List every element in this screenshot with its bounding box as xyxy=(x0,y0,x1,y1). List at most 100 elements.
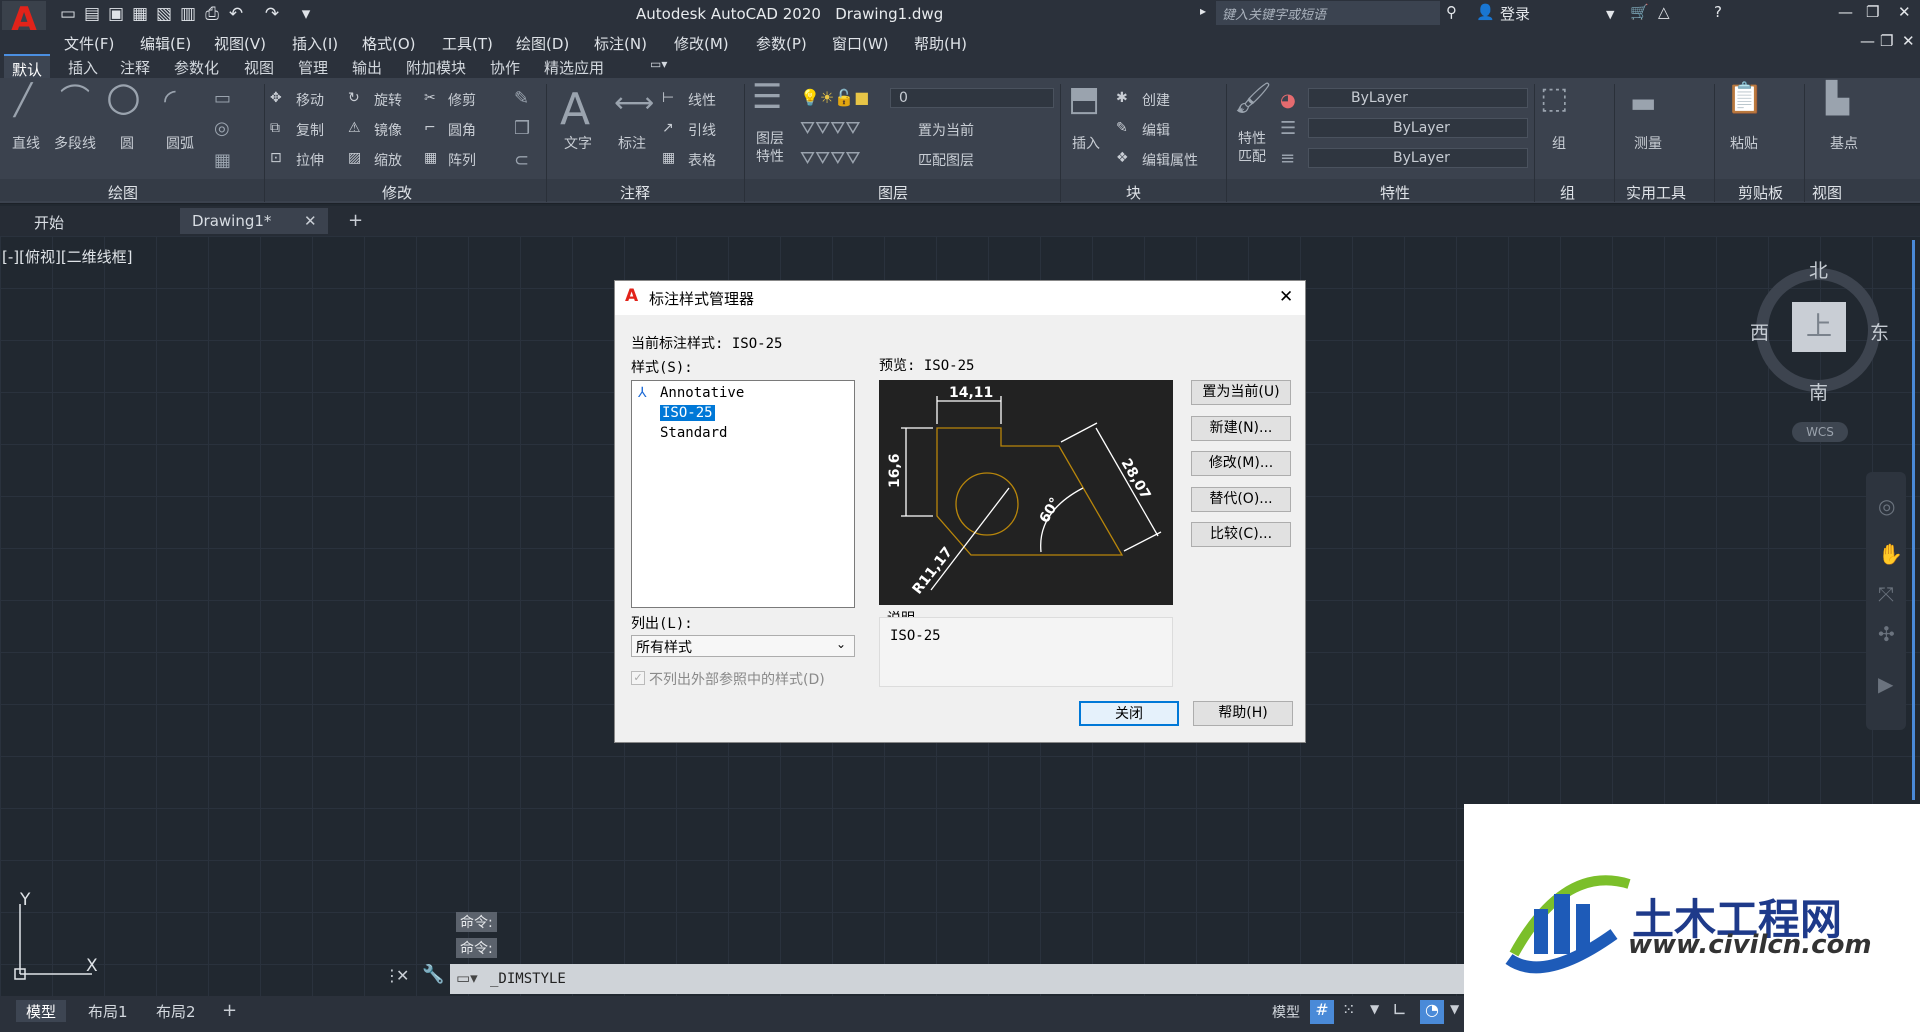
style-item-standard[interactable]: Standard xyxy=(660,425,727,441)
grid-toggle-icon[interactable]: # xyxy=(1310,1000,1334,1024)
text-button[interactable]: 文字 xyxy=(564,133,592,153)
polar-dropdown-icon[interactable]: ▼ xyxy=(1450,1002,1459,1016)
linear-button[interactable]: 线性 xyxy=(688,90,716,110)
block-panel-title[interactable]: 块 xyxy=(1126,182,1141,203)
pan-icon[interactable]: ✋ xyxy=(1878,542,1903,566)
array-button[interactable]: 阵列 xyxy=(448,150,476,170)
layers-panel-title[interactable]: 图层 xyxy=(878,182,908,203)
draw-panel-title[interactable]: 绘图 xyxy=(108,182,138,203)
groups-panel-title[interactable]: 组 xyxy=(1560,182,1575,203)
customize-qat-icon[interactable]: ▾ xyxy=(296,4,316,24)
doc-close-icon[interactable]: ✕ xyxy=(1902,32,1915,50)
close-tab-icon[interactable]: ✕ xyxy=(304,212,317,230)
match-properties-button[interactable]: 特性 匹配 xyxy=(1238,130,1266,166)
scale-button[interactable]: 缩放 xyxy=(374,150,402,170)
cart-icon[interactable]: 🛒 xyxy=(1630,3,1649,21)
menu-window[interactable]: 窗口(W) xyxy=(832,33,889,54)
group-button[interactable]: 组 xyxy=(1552,133,1566,153)
tab-view[interactable]: 视图 xyxy=(236,54,282,78)
create-block-button[interactable]: 创建 xyxy=(1142,90,1170,110)
open-folder-icon[interactable]: ▤ xyxy=(82,4,102,24)
tab-manage[interactable]: 管理 xyxy=(290,54,336,78)
viewcube-top-face[interactable]: 上 xyxy=(1792,302,1846,352)
help-icon[interactable]: ? xyxy=(1714,3,1722,21)
measure-button[interactable]: 测量 xyxy=(1634,133,1662,153)
stretch-button[interactable]: 拉伸 xyxy=(296,150,324,170)
export-icon[interactable]: ▥ xyxy=(178,4,198,24)
tab-output[interactable]: 输出 xyxy=(344,54,390,78)
explode-icon[interactable]: ❒ xyxy=(514,118,530,140)
offset-icon[interactable]: ⊂ xyxy=(514,150,529,172)
close-app-icon[interactable]: ✕ xyxy=(1898,3,1911,21)
match-layer-button[interactable]: 匹配图层 xyxy=(918,150,974,170)
compass-east[interactable]: 东 xyxy=(1870,318,1889,345)
expand-arrow-icon[interactable]: ▸ xyxy=(1200,4,1206,18)
login-link[interactable]: 登录 xyxy=(1500,3,1530,24)
arc-button[interactable]: 圆弧 xyxy=(166,133,194,153)
command-input[interactable]: _DIMSTYLE xyxy=(490,971,566,987)
user-icon[interactable]: 👤 xyxy=(1476,3,1495,21)
dimension-button[interactable]: 标注 xyxy=(618,133,646,153)
edit-block-button[interactable]: 编辑 xyxy=(1142,120,1170,140)
dialog-close-icon[interactable]: ✕ xyxy=(1279,287,1293,307)
line-button[interactable]: 直线 xyxy=(12,133,40,153)
snap-dropdown-icon[interactable]: ▼ xyxy=(1370,1002,1379,1016)
menu-dimension[interactable]: 标注(N) xyxy=(594,33,647,54)
showmotion-icon[interactable]: ▶ xyxy=(1878,672,1893,696)
modify-style-button[interactable]: 修改(M)... xyxy=(1191,451,1291,476)
menu-parametric[interactable]: 参数(P) xyxy=(756,33,807,54)
ribbon-toggle-icon[interactable]: ▭▾ xyxy=(642,54,675,78)
compare-style-button[interactable]: 比较(C)... xyxy=(1191,522,1291,547)
doc-restore-icon[interactable]: ❐ xyxy=(1880,32,1893,50)
polar-tracking-icon[interactable]: ◔ xyxy=(1420,1000,1444,1024)
tab-collaborate[interactable]: 协作 xyxy=(482,54,528,78)
tab-default[interactable]: 默认 xyxy=(4,54,51,79)
copy-button[interactable]: 复制 xyxy=(296,120,324,140)
print-icon[interactable]: ⎙ xyxy=(202,4,222,24)
utilities-panel-title[interactable]: 实用工具 xyxy=(1626,182,1686,203)
hatch-icon[interactable]: ◎ xyxy=(214,118,230,140)
tab-model[interactable]: 模型 xyxy=(16,1000,67,1022)
menu-insert[interactable]: 插入(I) xyxy=(292,33,338,54)
exclude-xref-checkbox[interactable]: ✓ xyxy=(631,671,645,685)
command-line[interactable]: ▭▾ _DIMSTYLE xyxy=(450,964,1466,994)
menu-draw[interactable]: 绘图(D) xyxy=(516,33,569,54)
edit-attribute-button[interactable]: 编辑属性 xyxy=(1142,150,1198,170)
menu-help[interactable]: 帮助(H) xyxy=(914,33,967,54)
override-style-button[interactable]: 替代(O)... xyxy=(1191,487,1291,512)
model-space-button[interactable]: 模型 xyxy=(1272,1002,1300,1022)
mirror-button[interactable]: 镜像 xyxy=(374,120,402,140)
annotation-panel-title[interactable]: 注释 xyxy=(620,182,650,203)
rotate-button[interactable]: 旋转 xyxy=(374,90,402,110)
tab-layout1[interactable]: 布局1 xyxy=(78,1000,138,1022)
tab-layout2[interactable]: 布局2 xyxy=(146,1000,206,1022)
viewport-controls[interactable]: [-][俯视][二维线框] xyxy=(2,246,133,267)
layer-dropdown[interactable]: 0 xyxy=(890,88,1054,108)
table-button[interactable]: 表格 xyxy=(688,150,716,170)
gradient-icon[interactable]: ▦ xyxy=(214,150,231,172)
layer-properties-button[interactable]: 图层 特性 xyxy=(756,130,784,166)
base-view-button[interactable]: 基点 xyxy=(1830,133,1858,153)
customize-wrench-icon[interactable]: 🔧 xyxy=(422,964,444,985)
clipboard-panel-title[interactable]: 剪贴板 xyxy=(1738,182,1783,203)
tab-insert[interactable]: 插入 xyxy=(60,54,106,78)
tab-start[interactable]: 开始 xyxy=(22,208,178,234)
autodesk-a360-icon[interactable]: △ xyxy=(1658,3,1670,21)
tab-featured-apps[interactable]: 精选应用 xyxy=(536,54,612,78)
login-dropdown-icon[interactable]: ▼ xyxy=(1606,8,1614,21)
new-file-icon[interactable]: ▭ xyxy=(58,4,78,24)
restore-icon[interactable]: ❐ xyxy=(1866,3,1879,21)
tab-parametric[interactable]: 参数化 xyxy=(166,54,227,78)
linetype-dropdown[interactable]: ByLayer xyxy=(1308,118,1528,138)
color-dropdown[interactable]: ByLayer xyxy=(1308,88,1528,108)
tab-addins[interactable]: 附加模块 xyxy=(398,54,474,78)
move-button[interactable]: 移动 xyxy=(296,90,324,110)
binoculars-icon[interactable]: ⚲ xyxy=(1446,3,1457,21)
lineweight-dropdown[interactable]: ByLayer xyxy=(1308,148,1528,168)
redo-icon[interactable]: ↷ xyxy=(262,4,282,24)
close-button[interactable]: 关闭 xyxy=(1079,701,1179,726)
orbit-icon[interactable]: ✣ xyxy=(1878,622,1895,646)
erase-icon[interactable]: ✎ xyxy=(514,88,529,110)
menu-format[interactable]: 格式(O) xyxy=(362,33,416,54)
search-input[interactable]: 键入关键字或短语 xyxy=(1216,1,1440,25)
